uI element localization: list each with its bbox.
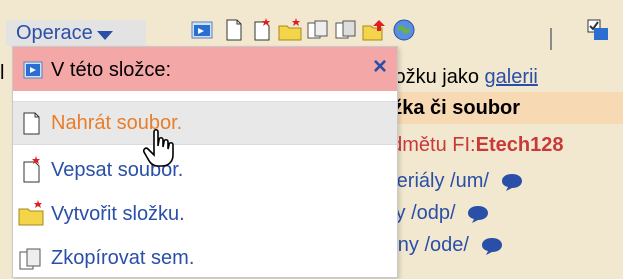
menu-item-label: Vytvořit složku.: [51, 202, 185, 225]
checkbox-folder-icon[interactable]: [586, 18, 610, 42]
gallery-line: složku jako galerii: [380, 66, 538, 89]
dropdown-header-label: V této složce:: [51, 59, 172, 81]
globe-icon[interactable]: [392, 18, 416, 42]
new-folder-icon[interactable]: [278, 18, 302, 42]
gallery-link[interactable]: galerii: [485, 66, 538, 88]
comment-icon[interactable]: [501, 173, 523, 191]
folder-here-icon[interactable]: [190, 18, 214, 42]
folder-up-icon[interactable]: [362, 18, 386, 42]
chevron-down-icon: [96, 30, 113, 40]
operations-dropdown: V této složce: × Nahrát soubor. Vepsat s…: [12, 46, 398, 278]
new-file-icon[interactable]: [250, 18, 274, 42]
close-icon[interactable]: ×: [373, 53, 387, 81]
menu-item-upload-file[interactable]: Nahrát soubor.: [13, 101, 397, 145]
menu-item-label: Zkopírovat sem.: [51, 246, 195, 269]
copy-icon[interactable]: [306, 18, 330, 42]
listing-header-text: ožka či soubor: [380, 97, 521, 119]
comment-icon[interactable]: [467, 205, 489, 223]
upload-file-icon[interactable]: [222, 18, 246, 42]
comment-icon[interactable]: [481, 237, 503, 255]
new-folder-icon: [18, 200, 44, 226]
listing-row[interactable]: árny /ode/: [380, 234, 503, 257]
menu-item-create-folder[interactable]: Vytvořit složku.: [13, 193, 397, 235]
subject-line: edmětu FI:Etech128: [380, 134, 563, 157]
menu-item-copy-here[interactable]: Zkopírovat sem.: [13, 237, 397, 279]
upload-file-icon: [23, 112, 40, 135]
operations-menu-button[interactable]: Operace: [6, 20, 146, 46]
toolbar-separator: [550, 28, 552, 50]
new-file-icon: [23, 156, 40, 183]
current-folder-icon: [23, 61, 43, 79]
listing-header: ožka či soubor: [380, 92, 623, 124]
menu-item-write-file[interactable]: Vepsat soubor.: [13, 149, 397, 191]
move-icon[interactable]: [334, 18, 358, 42]
hand-cursor-icon: [143, 128, 174, 167]
subject-code[interactable]: Etech128: [476, 134, 564, 156]
listing-row[interactable]: ateriály /um/: [380, 170, 523, 193]
copy-icon: [19, 248, 41, 270]
dropdown-header: V této složce: ×: [13, 47, 397, 91]
operations-label: Operace: [16, 21, 93, 44]
